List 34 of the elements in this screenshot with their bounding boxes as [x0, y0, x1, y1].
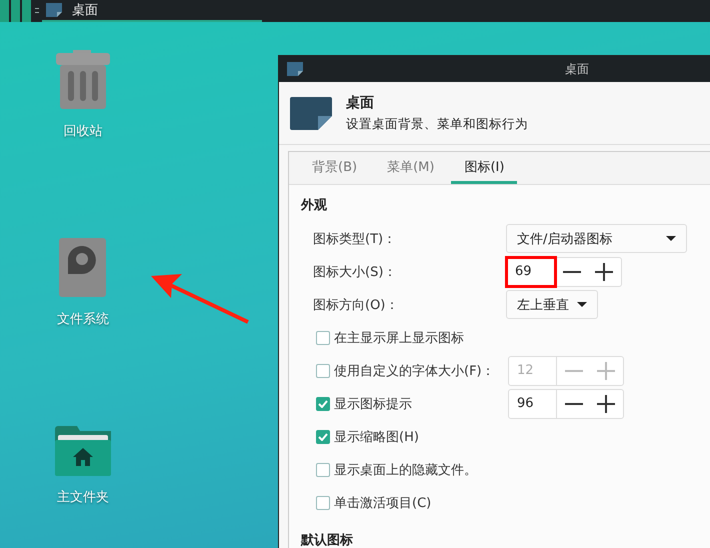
checkbox[interactable]	[316, 496, 330, 510]
header-subtitle: 设置桌面背景、菜单和图标行为	[346, 116, 528, 132]
drive-icon[interactable]	[59, 238, 107, 298]
dropdown[interactable]: 文件/启动器图标	[506, 224, 687, 253]
checkbox-label[interactable]: 显示缩略图(H)	[334, 428, 508, 446]
section-title: 外观	[301, 197, 328, 214]
app-menu-icon[interactable]	[0, 0, 32, 22]
plus-icon[interactable]	[595, 262, 613, 280]
header-title: 桌面	[346, 94, 375, 112]
dropdown[interactable]: 左上垂直	[506, 290, 598, 319]
checkbox[interactable]	[316, 462, 330, 476]
section-title: 默认图标	[301, 532, 354, 548]
checkbox[interactable]	[316, 364, 330, 378]
window-title: 桌面	[565, 60, 589, 78]
checkbox[interactable]	[316, 430, 330, 444]
field-label: 图标类型(T)：	[313, 230, 398, 248]
desktop-icon	[46, 3, 62, 17]
checkbox-label[interactable]: 单击激活项目(C)	[334, 494, 508, 512]
desktop-icon	[287, 62, 303, 76]
tab[interactable]: 图标(I)	[451, 152, 518, 184]
checkbox-label[interactable]: 在主显示屏上显示图标	[334, 328, 508, 346]
checkbox-label[interactable]: 使用自定义的字体大小(F)：	[334, 362, 508, 380]
field-label: 图标大小(S)：	[313, 264, 398, 280]
desktop-icon	[290, 96, 332, 130]
plus-icon[interactable]	[597, 394, 615, 412]
home-folder-icon[interactable]	[55, 426, 111, 476]
checkbox[interactable]	[316, 396, 330, 410]
checkbox[interactable]	[316, 330, 330, 344]
checkbox-label[interactable]: 显示桌面上的隐藏文件。	[334, 460, 508, 478]
field-label: 图标方向(O)：	[313, 296, 400, 314]
tab[interactable]: 菜单(M)	[374, 152, 448, 184]
trash-can-icon[interactable]	[55, 50, 111, 110]
checkbox-label[interactable]: 显示图标提示	[334, 394, 508, 412]
tab[interactable]: 背景(B)	[299, 152, 370, 184]
